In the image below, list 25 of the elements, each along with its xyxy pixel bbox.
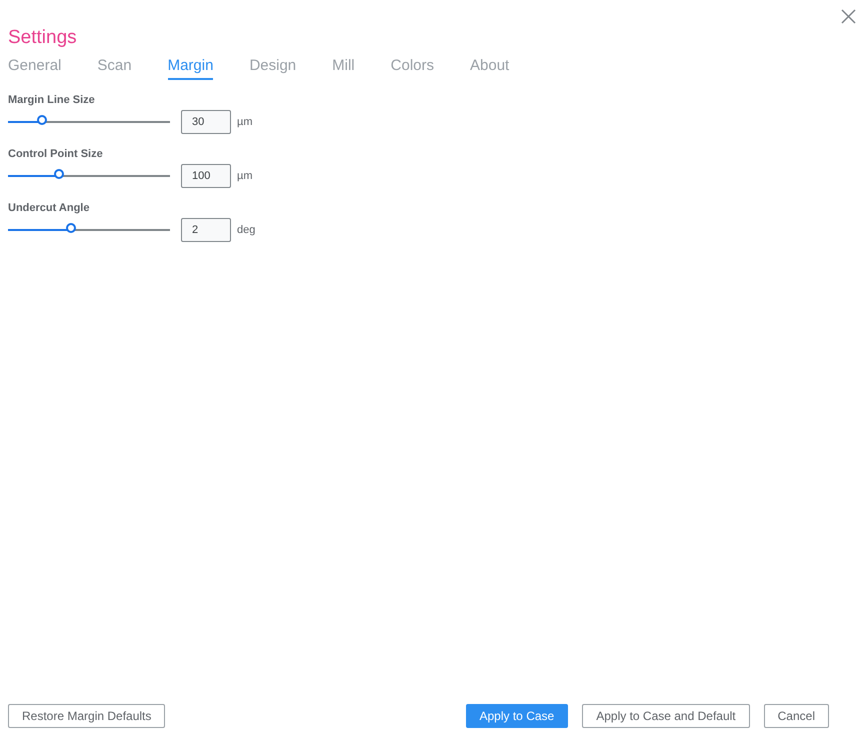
value-field[interactable]: 100 [181, 164, 231, 188]
setting-label: Undercut Angle [8, 202, 90, 214]
close-icon[interactable] [841, 9, 856, 24]
value-field[interactable]: 30 [181, 110, 231, 134]
primary-button[interactable]: Apply to Case [466, 704, 568, 728]
unit-label: µm [237, 116, 253, 128]
tab[interactable]: Margin [168, 57, 214, 80]
tab[interactable]: About [470, 57, 510, 80]
button[interactable]: Restore Margin Defaults [8, 704, 166, 728]
tab[interactable]: Colors [390, 57, 434, 80]
value-field[interactable]: 2 [181, 218, 231, 242]
slider-thumb[interactable] [54, 169, 64, 179]
tab[interactable]: Design [249, 57, 296, 80]
dialog-title: Settings [8, 27, 77, 49]
button[interactable]: Cancel [764, 704, 829, 728]
tab[interactable]: Mill [332, 57, 355, 80]
tab[interactable]: Scan [97, 57, 132, 80]
setting-label: Control Point Size [8, 148, 103, 160]
setting-label: Margin Line Size [8, 94, 95, 106]
slider-thumb[interactable] [36, 115, 47, 125]
unit-label: µm [237, 170, 253, 182]
unit-label: deg [237, 224, 256, 236]
slider-thumb[interactable] [66, 223, 76, 233]
tab[interactable]: General [8, 57, 62, 80]
button[interactable]: Apply to Case and Default [582, 704, 750, 728]
